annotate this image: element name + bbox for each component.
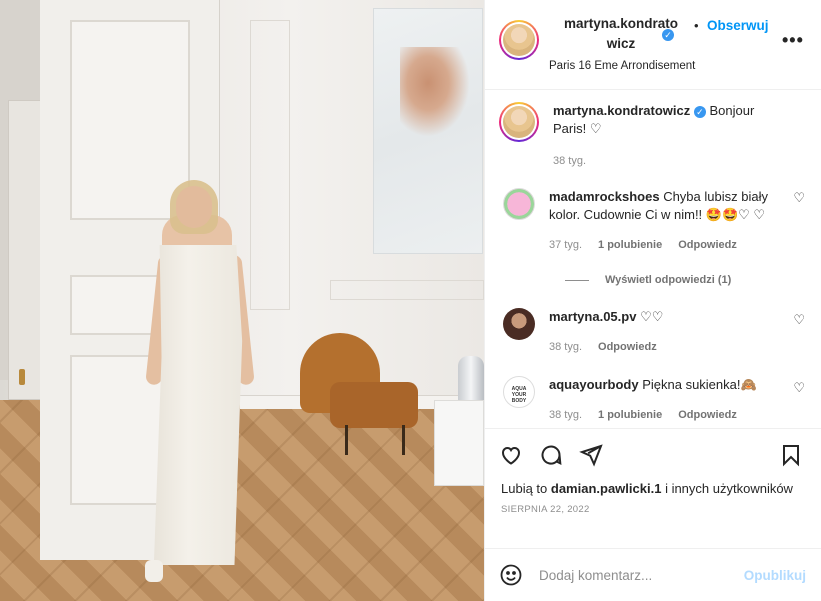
likes-prefix: Lubią to — [501, 481, 548, 496]
publish-button[interactable]: Opublikuj — [744, 568, 806, 583]
comment-input[interactable] — [539, 567, 729, 583]
caption-body: martyna.kondratowicz ✓ Bonjour Paris! ♡ … — [553, 102, 783, 170]
comment-item: martyna.05.pv ♡♡ 38 tyg. Odpowiedz ♡ — [499, 308, 807, 356]
comment-likes[interactable]: 1 polubienie — [598, 236, 662, 254]
more-options-icon[interactable]: ••• — [782, 30, 804, 51]
likes-suffix[interactable]: i innych użytkowników — [665, 481, 793, 496]
photo-painting — [373, 8, 483, 254]
comment-item: madamrockshoes Chyba lubisz biały kolor.… — [499, 188, 807, 254]
like-heart-icon[interactable] — [499, 443, 523, 467]
bookmark-save-icon[interactable] — [779, 443, 803, 470]
reply-button[interactable]: Odpowiedz — [678, 406, 737, 424]
reply-button[interactable]: Odpowiedz — [598, 338, 657, 356]
instagram-post: martyna.kondrato wicz Paris 16 Eme Arron… — [0, 0, 821, 601]
view-replies-button[interactable]: Wyświetl odpowiedzi (1) — [565, 274, 807, 286]
comment-text: ♡♡ — [640, 309, 664, 324]
likes-user[interactable]: damian.pawlicki.1 — [551, 481, 662, 496]
photo-woman-face — [176, 186, 212, 228]
photo-door-left — [8, 100, 42, 400]
comment-likes[interactable]: 1 polubienie — [598, 406, 662, 424]
comment-time[interactable]: 37 tyg. — [549, 236, 582, 254]
reply-button[interactable]: Odpowiedz — [678, 236, 737, 254]
follow-button[interactable]: Obserwuj — [707, 18, 769, 33]
comment-bubble-icon[interactable] — [539, 443, 563, 467]
comment-item: AQUA YOUR BODY aquayourbody Piękna sukie… — [499, 376, 807, 424]
comment-text: Piękna sukienka!🙈 — [642, 377, 757, 392]
caption-avatar[interactable] — [499, 102, 539, 142]
comment-username[interactable]: madamrockshoes — [549, 189, 660, 204]
likes-summary: Lubią to damian.pawlicki.1 i innych użyt… — [485, 480, 821, 498]
like-comment-heart-icon[interactable]: ♡ — [793, 190, 805, 206]
comment-time[interactable]: 38 tyg. — [549, 406, 582, 424]
add-comment-bar: Opublikuj — [485, 548, 821, 601]
comment-body: madamrockshoes Chyba lubisz biały kolor.… — [549, 188, 779, 254]
follow-separator: • — [694, 18, 699, 33]
like-comment-heart-icon[interactable]: ♡ — [793, 380, 805, 396]
comment-username[interactable]: aquayourbody — [549, 377, 639, 392]
comments-list[interactable]: martyna.kondratowicz ✓ Bonjour Paris! ♡ … — [485, 90, 821, 428]
post-location[interactable]: Paris 16 Eme Arrondisement — [549, 60, 719, 72]
post-caption: martyna.kondratowicz ✓ Bonjour Paris! ♡ … — [499, 102, 807, 170]
post-actions — [485, 428, 821, 480]
verified-badge-icon: ✓ — [693, 105, 706, 118]
emoji-smiley-icon[interactable] — [499, 563, 523, 587]
photo-wall-moulding — [330, 280, 484, 300]
share-send-icon[interactable] — [579, 443, 603, 467]
comment-time[interactable]: 38 tyg. — [549, 338, 582, 356]
comment-body: aquayourbody Piękna sukienka!🙈 38 tyg. 1… — [549, 376, 779, 424]
verified-badge-icon: ✓ — [662, 29, 674, 41]
comment-body: martyna.05.pv ♡♡ 38 tyg. Odpowiedz — [549, 308, 779, 356]
view-replies-label[interactable]: Wyświetl odpowiedzi (1) — [605, 274, 731, 286]
photo-woman-dress — [153, 245, 243, 565]
author-username-line2[interactable]: wicz — [607, 36, 636, 51]
view-replies-line — [565, 279, 589, 281]
author-username-line1[interactable]: martyna.kondrato — [564, 16, 678, 31]
author-avatar[interactable] — [499, 20, 539, 60]
post-date[interactable]: SIERPNIA 22, 2022 — [485, 504, 821, 515]
photo-chair-seat — [330, 382, 418, 428]
post-header: martyna.kondrato wicz Paris 16 Eme Arron… — [485, 0, 821, 90]
like-comment-heart-icon[interactable]: ♡ — [793, 312, 805, 328]
comment-avatar[interactable]: AQUA YOUR BODY — [503, 376, 535, 408]
caption-username[interactable]: martyna.kondratowicz — [553, 103, 690, 118]
photo-side-table — [434, 400, 484, 486]
comment-avatar[interactable] — [503, 308, 535, 340]
post-photo[interactable] — [0, 0, 484, 601]
post-side-panel: martyna.kondrato wicz Paris 16 Eme Arron… — [484, 0, 821, 601]
comment-avatar[interactable] — [503, 188, 535, 220]
comment-username[interactable]: martyna.05.pv — [549, 309, 636, 324]
photo-woman-shoe — [145, 560, 163, 582]
photo-vase — [458, 356, 484, 406]
photo-wall-panel — [250, 20, 290, 310]
caption-time[interactable]: 38 tyg. — [553, 152, 586, 170]
